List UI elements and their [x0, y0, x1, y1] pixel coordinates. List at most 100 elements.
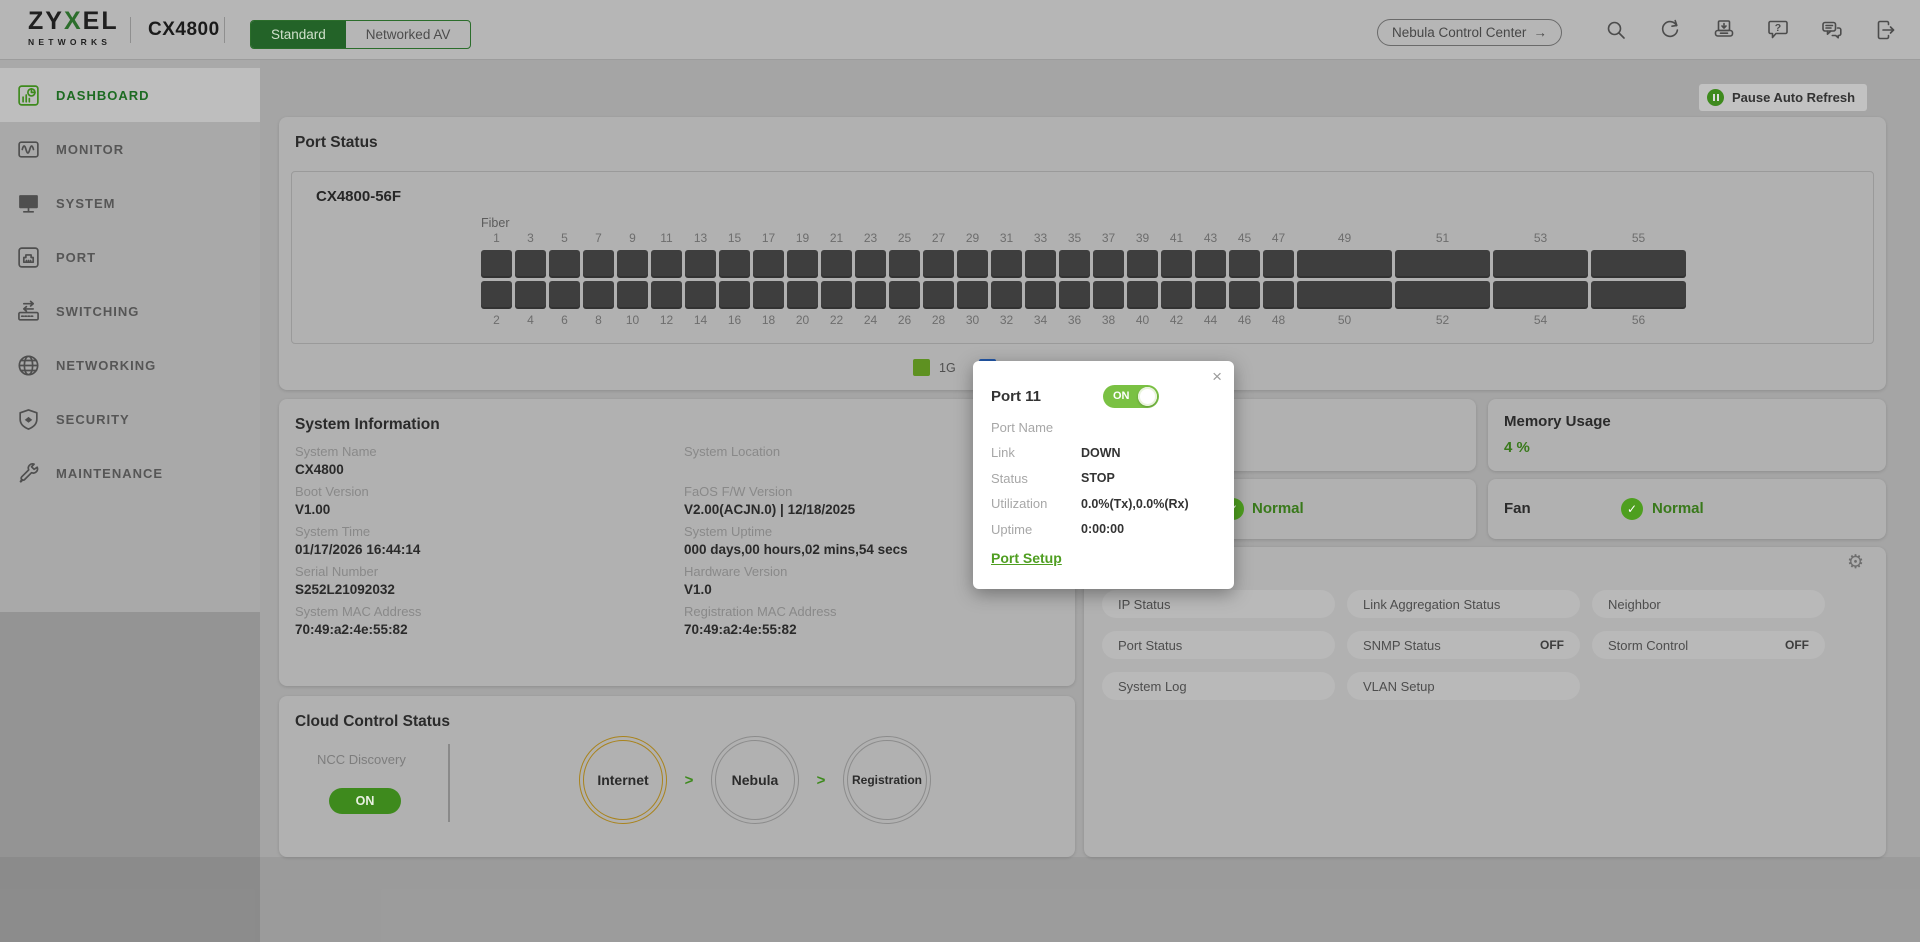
port-block-11[interactable]: [651, 250, 682, 278]
sidebar-item-security[interactable]: SECURITY: [0, 392, 260, 446]
port-block-33[interactable]: [1025, 250, 1056, 278]
port-block-22[interactable]: [821, 281, 852, 309]
port-block-40[interactable]: [1127, 281, 1158, 309]
port-number: 45: [1229, 231, 1260, 246]
fan-card: Fan ✓ Normal: [1488, 479, 1886, 539]
port-block-24[interactable]: [855, 281, 886, 309]
port-block-38[interactable]: [1093, 281, 1124, 309]
port-number: 54: [1493, 313, 1588, 328]
port-block-44[interactable]: [1195, 281, 1226, 309]
port-block-6[interactable]: [549, 281, 580, 309]
port-block-43[interactable]: [1195, 250, 1226, 278]
quick-link-ip-status[interactable]: IP Status: [1102, 590, 1335, 618]
gear-icon[interactable]: ⚙: [1847, 551, 1864, 574]
port-block-25[interactable]: [889, 250, 920, 278]
info-label: Registration MAC Address: [684, 603, 1064, 621]
sidebar-item-maintenance[interactable]: MAINTENANCE: [0, 446, 260, 500]
nebula-control-center-button[interactable]: Nebula Control Center →: [1377, 19, 1562, 46]
port-block-7[interactable]: [583, 250, 614, 278]
memory-usage-card: Memory Usage 4 %: [1488, 399, 1886, 471]
port-block-15[interactable]: [719, 250, 750, 278]
port-block-3[interactable]: [515, 250, 546, 278]
sidebar-item-switching[interactable]: SWITCHING: [0, 284, 260, 338]
port-block-18[interactable]: [753, 281, 784, 309]
port-block-55[interactable]: [1591, 250, 1686, 278]
sidebar-item-system[interactable]: SYSTEM: [0, 176, 260, 230]
sidebar-item-dashboard[interactable]: DASHBOARD: [0, 68, 260, 122]
port-block-21[interactable]: [821, 250, 852, 278]
port-block-2[interactable]: [481, 281, 512, 309]
pause-auto-refresh-button[interactable]: Pause Auto Refresh: [1699, 84, 1867, 111]
port-block-10[interactable]: [617, 281, 648, 309]
port-block-8[interactable]: [583, 281, 614, 309]
tab-networked-av[interactable]: Networked AV: [346, 21, 471, 48]
port-block-50[interactable]: [1297, 281, 1392, 309]
port-block-4[interactable]: [515, 281, 546, 309]
refresh-icon[interactable]: [1658, 18, 1682, 42]
backup-icon[interactable]: [1712, 18, 1736, 42]
port-block-16[interactable]: [719, 281, 750, 309]
quick-link-storm-control[interactable]: Storm ControlOFF: [1592, 631, 1825, 659]
port-block-28[interactable]: [923, 281, 954, 309]
feedback-icon[interactable]: [1820, 18, 1844, 42]
port-block-30[interactable]: [957, 281, 988, 309]
port-setup-link[interactable]: Port Setup: [991, 550, 1062, 566]
port-block-42[interactable]: [1161, 281, 1192, 309]
quick-link-neighbor[interactable]: Neighbor: [1592, 590, 1825, 618]
sidebar-item-networking[interactable]: NETWORKING: [0, 338, 260, 392]
port-block-32[interactable]: [991, 281, 1022, 309]
port-block-17[interactable]: [753, 250, 784, 278]
port-block-46[interactable]: [1229, 281, 1260, 309]
port-block-53[interactable]: [1493, 250, 1588, 278]
sidebar-item-label: SWITCHING: [56, 304, 139, 319]
port-block-47[interactable]: [1263, 250, 1294, 278]
ncc-discovery-toggle[interactable]: ON: [329, 788, 401, 814]
port-block-23[interactable]: [855, 250, 886, 278]
port-block-12[interactable]: [651, 281, 682, 309]
port-on-off-toggle[interactable]: ON: [1103, 385, 1159, 408]
port-block-52[interactable]: [1395, 281, 1490, 309]
help-icon[interactable]: ?: [1766, 18, 1790, 42]
port-number: 15: [719, 231, 750, 246]
port-block-29[interactable]: [957, 250, 988, 278]
port-block-48[interactable]: [1263, 281, 1294, 309]
port-block-41[interactable]: [1161, 250, 1192, 278]
sidebar-item-monitor[interactable]: MONITOR: [0, 122, 260, 176]
port-block-39[interactable]: [1127, 250, 1158, 278]
port-block-19[interactable]: [787, 250, 818, 278]
port-block-31[interactable]: [991, 250, 1022, 278]
divider: [130, 17, 131, 43]
quick-link-vlan-setup[interactable]: VLAN Setup: [1347, 672, 1580, 700]
port-block-49[interactable]: [1297, 250, 1392, 278]
quick-link-system-log[interactable]: System Log: [1102, 672, 1335, 700]
tab-standard[interactable]: Standard: [251, 21, 346, 48]
port-block-35[interactable]: [1059, 250, 1090, 278]
port-block-9[interactable]: [617, 250, 648, 278]
port-block-36[interactable]: [1059, 281, 1090, 309]
port-block-14[interactable]: [685, 281, 716, 309]
sidebar-item-port[interactable]: PORT: [0, 230, 260, 284]
search-icon[interactable]: [1604, 18, 1628, 42]
system-icon: [14, 190, 42, 216]
logout-icon[interactable]: [1874, 18, 1898, 42]
port-block-37[interactable]: [1093, 250, 1124, 278]
port-number: 23: [855, 231, 886, 246]
port-block-26[interactable]: [889, 281, 920, 309]
port-block-56[interactable]: [1591, 281, 1686, 309]
port-block-54[interactable]: [1493, 281, 1588, 309]
port-block-34[interactable]: [1025, 281, 1056, 309]
port-block-5[interactable]: [549, 250, 580, 278]
port-block-1[interactable]: [481, 250, 512, 278]
close-icon[interactable]: ×: [1212, 367, 1222, 387]
port-block-20[interactable]: [787, 281, 818, 309]
quick-link-snmp-status[interactable]: SNMP StatusOFF: [1347, 631, 1580, 659]
info-label: Boot Version: [295, 483, 675, 501]
port-block-27[interactable]: [923, 250, 954, 278]
quick-link-link-aggregation-status[interactable]: Link Aggregation Status: [1347, 590, 1580, 618]
port-block-13[interactable]: [685, 250, 716, 278]
zyxel-logo: ZYXEL NETWORKS: [28, 9, 119, 47]
check-icon: ✓: [1621, 498, 1643, 520]
port-block-51[interactable]: [1395, 250, 1490, 278]
quick-link-port-status[interactable]: Port Status: [1102, 631, 1335, 659]
port-block-45[interactable]: [1229, 250, 1260, 278]
